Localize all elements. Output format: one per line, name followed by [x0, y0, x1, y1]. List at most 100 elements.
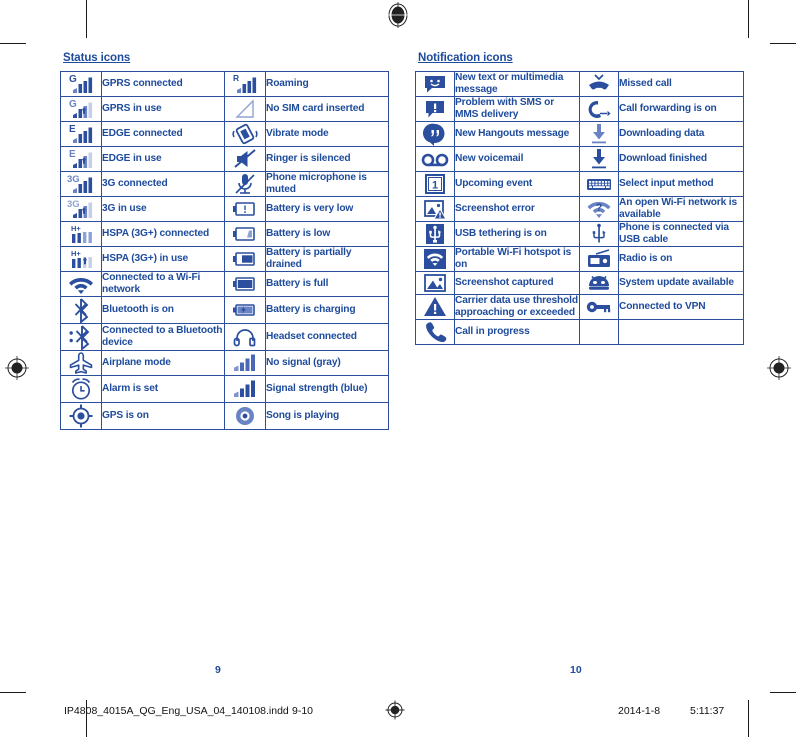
table-row: Connected to a Bluetooth device Headset …	[60, 323, 389, 352]
status-label: Battery is low	[265, 221, 389, 248]
footer-time: 5:11:37	[690, 705, 725, 717]
status-label: GPRS connected	[101, 71, 225, 97]
status-label: Battery is charging	[265, 296, 389, 325]
table-row: Airplane mode No signal (gray)	[60, 350, 389, 377]
table-row: G GPRS in use No SIM card inserted	[60, 96, 389, 122]
table-row: H+ HSPA (3G+) connected Battery is low	[60, 221, 389, 248]
bluetooth-on-icon	[60, 296, 102, 325]
hspa-in-use-icon: H+	[60, 246, 102, 273]
notification-label: New voicemail	[454, 146, 580, 173]
crop-mark-top-left-horizontal	[0, 43, 26, 44]
status-label: 3G in use	[101, 196, 225, 223]
downloading-data-icon	[579, 121, 619, 148]
system-update-icon	[579, 271, 619, 296]
table-row: Call in progress	[415, 319, 744, 346]
table-row: New Hangouts message Downloading data	[415, 121, 744, 148]
select-input-method-icon	[579, 171, 619, 198]
status-label: HSPA (3G+) connected	[101, 221, 225, 248]
footer-page-range: 9-10	[292, 705, 314, 717]
status-label: Battery is full	[265, 271, 389, 298]
edge-connected-icon: E	[60, 121, 102, 147]
empty-icon-cell	[579, 319, 619, 346]
status-label: Signal strength (blue)	[265, 375, 389, 404]
status-label: Headset connected	[265, 323, 389, 352]
svg-text:R: R	[233, 73, 239, 83]
table-row: 3G 3G in use Battery is very low	[60, 196, 389, 223]
battery-very-low-icon	[224, 196, 266, 223]
notification-label: Phone is connected via USB cable	[618, 221, 744, 248]
status-label: Airplane mode	[101, 350, 225, 377]
status-label: GPRS in use	[101, 96, 225, 122]
svg-text:G: G	[69, 99, 77, 110]
notification-label: USB tethering is on	[454, 221, 580, 248]
screenshot-captured-icon	[415, 271, 455, 296]
no-sim-card-icon	[224, 96, 266, 122]
table-row: E EDGE connected Vibrate mode	[60, 121, 389, 147]
table-row: H+ HSPA (3G+) in use Battery is partiall…	[60, 246, 389, 273]
status-label: Connected to a Wi-Fi network	[101, 271, 225, 298]
notification-icons-table: New text or multimedia message Missed ca…	[415, 70, 744, 346]
table-row: 1 Upcoming event Select input method	[415, 171, 744, 198]
table-row: Alarm is set Signal strength (blue)	[60, 375, 389, 404]
status-label: HSPA (3G+) in use	[101, 246, 225, 273]
3g-connected-icon: 3G	[60, 170, 102, 198]
status-label: Phone microphone is muted	[265, 170, 389, 198]
footer-filename: IP4808_4015A_QG_Eng_USA_04_140108.indd	[64, 705, 289, 717]
footer-date: 2014-1-8	[618, 705, 661, 717]
battery-full-icon	[224, 271, 266, 298]
crop-mark-top-left-vertical	[86, 0, 87, 38]
3g-in-use-icon: 3G	[60, 196, 102, 223]
notification-icons-page: Notification icons New text or multimedi…	[415, 52, 744, 346]
table-row: 3G 3G connected Phone microphone is mute…	[60, 170, 389, 198]
battery-low-icon	[224, 221, 266, 248]
notification-icons-title: Notification icons	[418, 52, 513, 64]
ringer-silenced-icon	[224, 146, 266, 172]
notification-label: System update available	[618, 271, 744, 296]
status-label: Vibrate mode	[265, 121, 389, 147]
crop-mark-top-right-horizontal	[770, 43, 796, 44]
notification-label: Call forwarding is on	[618, 96, 744, 123]
notification-label	[618, 319, 744, 346]
status-icons-table: G GPRS connected R Roaming G GPRS in use…	[60, 71, 389, 431]
status-label: Ringer is silenced	[265, 146, 389, 172]
status-label: Bluetooth is on	[101, 296, 225, 325]
status-label: Roaming	[265, 71, 389, 97]
alarm-set-icon	[60, 375, 102, 404]
svg-text:3G: 3G	[67, 174, 80, 185]
status-label: Alarm is set	[101, 375, 225, 404]
svg-text:E: E	[69, 149, 76, 160]
table-row: E EDGE in use Ringer is silenced	[60, 146, 389, 172]
song-playing-icon	[224, 402, 266, 431]
status-label: Song is playing	[265, 402, 389, 431]
notification-label: New text or multimedia message	[454, 70, 580, 98]
notification-label: Call in progress	[454, 319, 580, 346]
status-icons-title: Status icons	[63, 52, 131, 64]
table-row: GPS is on Song is playing	[60, 402, 389, 431]
download-finished-icon	[579, 146, 619, 173]
edge-in-use-icon: E	[60, 146, 102, 172]
table-row: Screenshot captured System update availa…	[415, 271, 744, 296]
hangouts-message-icon	[415, 121, 455, 148]
upcoming-event-icon: 1	[415, 171, 455, 198]
notification-label: Screenshot captured	[454, 271, 580, 296]
notification-label: Downloading data	[618, 121, 744, 148]
microphone-muted-icon	[224, 170, 266, 198]
status-label: Battery is partially drained	[265, 246, 389, 273]
call-forwarding-icon	[579, 96, 619, 123]
crop-mark-top-right-vertical	[748, 0, 749, 38]
signal-strength-icon	[224, 375, 266, 404]
print-footer: IP4808_4015A_QG_Eng_USA_04_140108.indd 9…	[0, 692, 796, 737]
notification-label: Problem with SMS or MMS delivery	[454, 96, 580, 123]
notification-label: Screenshot error	[454, 196, 580, 223]
page-number-right: 10	[570, 664, 582, 676]
vibrate-mode-icon	[224, 121, 266, 147]
screenshot-error-icon	[415, 196, 455, 223]
notification-label: Portable Wi-Fi hotspot is on	[454, 246, 580, 273]
new-message-icon	[415, 70, 455, 98]
notification-label: An open Wi-Fi network is available	[618, 196, 744, 223]
battery-charging-icon	[224, 296, 266, 325]
airplane-mode-icon	[60, 350, 102, 377]
table-row: G GPRS connected R Roaming	[60, 71, 389, 97]
svg-text:?: ?	[596, 202, 603, 214]
page-number-left: 9	[215, 664, 221, 676]
